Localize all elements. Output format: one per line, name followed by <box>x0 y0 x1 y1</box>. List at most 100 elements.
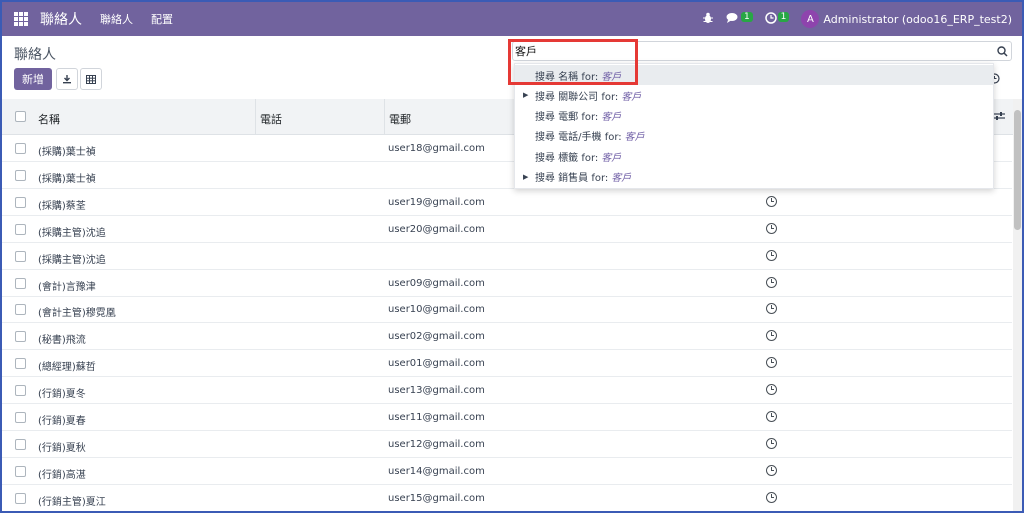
activity-clock-icon[interactable] <box>766 222 777 234</box>
table-row[interactable]: (採購主管)沈追 user20@gmail.com <box>2 216 1012 243</box>
activities-clock-icon[interactable]: 1 <box>764 11 790 27</box>
cell-email: user15@gmail.com <box>388 492 485 504</box>
table-row[interactable]: (採購)蔡荃 user19@gmail.com <box>2 189 1012 216</box>
activity-clock-icon[interactable] <box>766 464 777 476</box>
search-suggestion-item[interactable]: 搜尋 名稱 for: 客戶 <box>515 65 993 85</box>
suggestion-label: 搜尋 電郵 for: 客戶 <box>535 108 621 123</box>
search-icon[interactable] <box>995 43 1009 59</box>
messages-count-badge: 1 <box>740 11 753 22</box>
row-checkbox[interactable] <box>15 250 26 262</box>
suggestion-query: 客戶 <box>611 173 632 184</box>
cell-email: user09@gmail.com <box>388 277 485 289</box>
column-header-name[interactable]: 名稱 <box>38 111 60 127</box>
activity-clock-icon[interactable] <box>766 195 777 207</box>
search-suggestion-item[interactable]: ▶ 搜尋 銷售員 for: 客戶 <box>515 167 993 187</box>
cell-name: (行銷)夏春 <box>38 416 86 427</box>
activity-clock-icon[interactable] <box>766 276 777 288</box>
menu-contacts[interactable]: 聯絡人 <box>100 11 133 27</box>
cell-name: (會計主管)穆霓凰 <box>38 308 116 320</box>
suggestion-label: 搜尋 銷售員 for: 客戶 <box>535 169 631 184</box>
row-checkbox[interactable] <box>15 492 26 504</box>
row-checkbox[interactable] <box>15 223 26 235</box>
row-checkbox[interactable] <box>15 331 26 343</box>
cell-name: (行銷)夏秋 <box>38 442 86 454</box>
cell-name: (採購)蔡荃 <box>38 200 86 212</box>
cell-name: (總經理)蘇哲 <box>38 362 96 374</box>
search-suggestion-item[interactable]: 搜尋 電郵 for: 客戶 <box>515 106 993 126</box>
activity-clock-icon[interactable] <box>766 303 777 315</box>
table-row[interactable]: (會計主管)穆霓凰 user10@gmail.com <box>2 296 1012 324</box>
activity-clock-icon[interactable] <box>766 491 777 503</box>
table-row[interactable]: (行銷)高湛 user14@gmail.com <box>2 458 1012 485</box>
row-checkbox[interactable] <box>15 438 26 450</box>
app-brand[interactable]: 聯絡人 <box>40 9 82 29</box>
cell-name: (秘書)飛流 <box>38 335 86 347</box>
table-row[interactable]: (會計)言豫津 user09@gmail.com <box>2 270 1012 297</box>
cell-name: (採購主管)沈追 <box>38 227 106 239</box>
search-input[interactable] <box>515 43 985 59</box>
table-row[interactable]: (採購主管)沈追 <box>2 243 1012 270</box>
activity-clock-icon[interactable] <box>766 330 777 342</box>
search-suggestion-item[interactable]: 搜尋 電話/手機 for: 客戶 <box>515 126 993 146</box>
caret-right-icon[interactable]: ▶ <box>523 173 528 181</box>
suggestion-query: 客戶 <box>624 132 645 144</box>
apps-menu-icon[interactable] <box>14 12 28 26</box>
column-header-email[interactable]: 電郵 <box>389 111 411 127</box>
search-suggestion-item[interactable]: ▶ 搜尋 關聯公司 for: 客戶 <box>515 85 993 105</box>
app-window: 聯絡人 聯絡人 配置 1 1 A Administrator (odoo16_E… <box>0 0 1024 513</box>
avatar: A <box>801 10 820 28</box>
row-checkbox[interactable] <box>15 385 26 397</box>
suggestion-query: 客戶 <box>601 71 622 83</box>
search-suggestion-item[interactable]: 搜尋 標籤 for: 客戶 <box>515 146 993 166</box>
search-bar <box>512 41 1012 61</box>
activity-clock-icon[interactable] <box>766 411 777 422</box>
table-row[interactable]: (總經理)蘇哲 user01@gmail.com <box>2 350 1012 378</box>
user-menu[interactable]: A Administrator (odoo16_ERP_test2) <box>801 10 1012 28</box>
row-checkbox[interactable] <box>15 412 26 423</box>
table-row[interactable]: (行銷)夏秋 user12@gmail.com <box>2 431 1012 458</box>
user-name: Administrator (odoo16_ERP_test2) <box>823 12 1012 26</box>
top-navbar: 聯絡人 聯絡人 配置 1 1 A Administrator (odoo16_E… <box>2 2 1022 36</box>
menu-configuration[interactable]: 配置 <box>151 11 173 27</box>
row-checkbox[interactable] <box>15 196 26 208</box>
row-checkbox[interactable] <box>15 358 26 370</box>
cell-email: user12@gmail.com <box>388 438 485 450</box>
table-row[interactable]: (秘書)飛流 user02@gmail.com <box>2 323 1012 351</box>
cell-email: user02@gmail.com <box>388 331 485 343</box>
suggestion-text: 搜尋 關聯公司 for: <box>535 91 619 103</box>
cell-name: (採購)葉士禎 <box>38 147 96 158</box>
table-row[interactable]: (行銷)夏冬 user13@gmail.com <box>2 377 1012 405</box>
scrollbar-thumb[interactable] <box>1014 110 1021 230</box>
table-row[interactable]: (行銷)夏春 user11@gmail.com <box>2 404 1012 431</box>
row-checkbox[interactable] <box>15 277 26 289</box>
row-checkbox[interactable] <box>15 169 26 181</box>
row-checkbox[interactable] <box>15 465 26 477</box>
suggestion-text: 搜尋 電郵 for: <box>535 112 599 124</box>
cell-email: user19@gmail.com <box>388 196 485 208</box>
select-all-checkbox[interactable] <box>15 111 26 122</box>
optional-columns-toggler-icon[interactable] <box>993 110 1005 124</box>
suggestion-label: 搜尋 標籤 for: 客戶 <box>535 149 621 164</box>
activity-clock-icon[interactable] <box>766 437 777 449</box>
row-checkbox[interactable] <box>15 304 26 316</box>
table-row[interactable]: (行銷主管)夏江 user15@gmail.com <box>2 485 1012 511</box>
activity-clock-icon[interactable] <box>766 357 777 369</box>
cell-email: user14@gmail.com <box>388 465 485 477</box>
suggestion-query: 客戶 <box>621 91 642 103</box>
suggestion-text: 搜尋 電話/手機 for: <box>535 132 622 144</box>
download-icon[interactable] <box>56 68 78 90</box>
new-button[interactable]: 新增 <box>14 68 52 90</box>
row-checkbox[interactable] <box>15 143 26 154</box>
cell-email: user20@gmail.com <box>388 223 485 235</box>
activity-clock-icon[interactable] <box>766 249 777 261</box>
cell-email: user10@gmail.com <box>388 304 485 316</box>
column-header-phone[interactable]: 電話 <box>260 111 282 127</box>
suggestion-query: 客戶 <box>601 112 622 124</box>
table-view-icon[interactable] <box>80 68 102 90</box>
caret-right-icon[interactable]: ▶ <box>523 91 528 99</box>
suggestion-label: 搜尋 電話/手機 for: 客戶 <box>535 128 645 143</box>
cell-email: user11@gmail.com <box>388 412 485 423</box>
activity-clock-icon[interactable] <box>766 384 777 396</box>
messages-icon[interactable]: 1 <box>726 11 753 27</box>
debug-bug-icon[interactable] <box>702 12 714 27</box>
